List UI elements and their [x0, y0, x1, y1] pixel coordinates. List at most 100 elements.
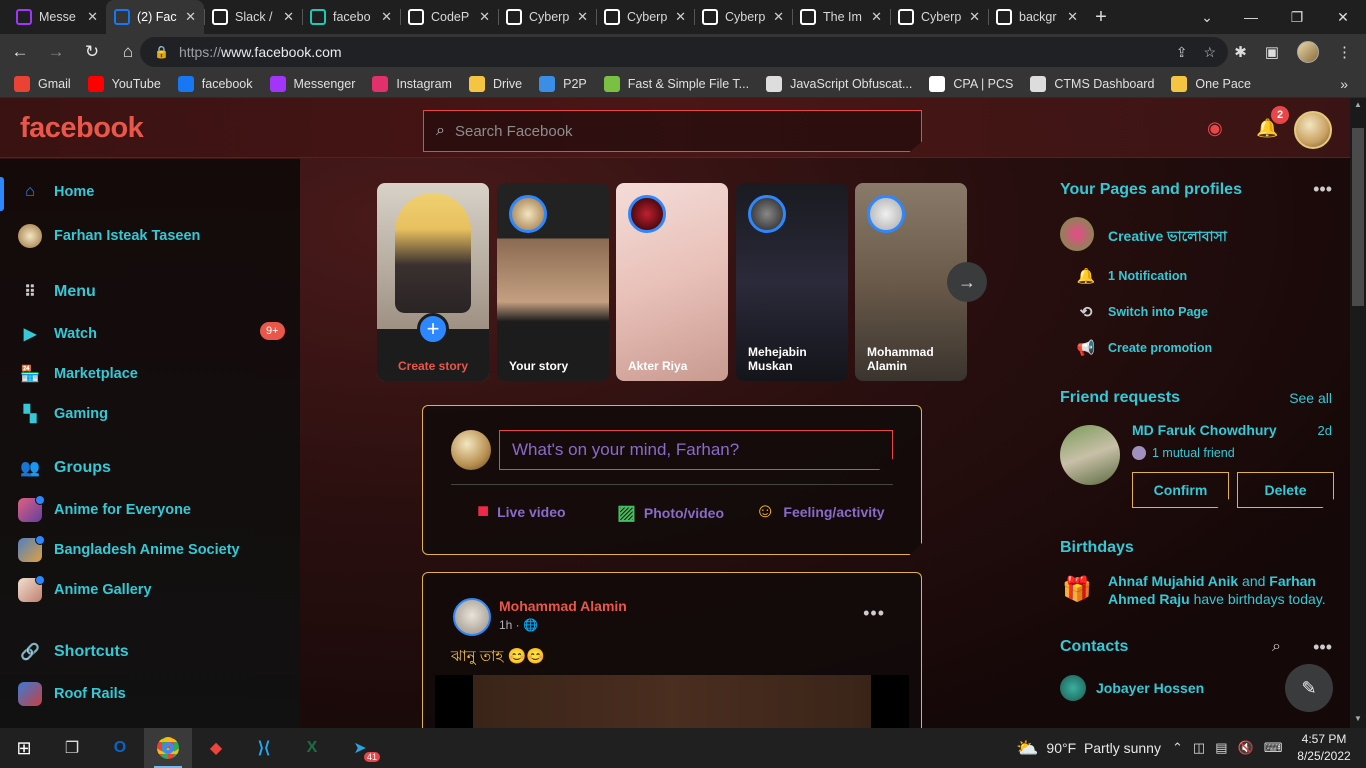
story-card[interactable]: Akter Riya [616, 183, 728, 381]
browser-tab[interactable]: Cyberp ✕ [694, 0, 792, 34]
reload-button[interactable]: ↻ [76, 36, 108, 68]
photo-video-button[interactable]: ▨ Photo/video [617, 500, 724, 525]
bookmark-item[interactable]: facebook [177, 75, 253, 92]
close-tab-icon[interactable]: ✕ [871, 9, 882, 25]
page-scrollbar[interactable]: ▲ ▼ [1350, 98, 1366, 728]
confirm-button[interactable]: Confirm [1132, 472, 1229, 508]
sidebar-item-marketplace[interactable]: 🏪 Marketplace [18, 362, 138, 386]
close-window-button[interactable]: ✕ [1320, 0, 1366, 34]
close-tab-icon[interactable]: ✕ [283, 9, 294, 25]
story-card[interactable]: Your story [497, 183, 609, 381]
bookmark-item[interactable]: Messenger [269, 75, 355, 92]
see-all-link[interactable]: See all [1289, 390, 1332, 406]
live-video-button[interactable]: ■ Live video [477, 500, 566, 523]
post-time[interactable]: 1h · [499, 618, 520, 632]
story-card[interactable]: Mehejabin Muskan [736, 183, 848, 381]
new-tab-button[interactable]: + [1086, 0, 1116, 34]
group-item[interactable]: Anime for Everyone [18, 495, 191, 522]
contact-name[interactable]: Jobayer Hossen [1096, 680, 1204, 696]
friend-request-name[interactable]: MD Faruk Chowdhury [1132, 422, 1277, 438]
browser-tab[interactable]: Cyberp ✕ [890, 0, 988, 34]
network-icon[interactable]: ▤ [1215, 740, 1227, 756]
bookmark-item[interactable]: Drive [468, 75, 522, 92]
chevron-up-icon[interactable]: ⌃ [1172, 740, 1183, 756]
scrollbar-thumb[interactable] [1352, 128, 1364, 306]
close-tab-icon[interactable]: ✕ [773, 9, 784, 25]
browser-tab[interactable]: (2) Fac ✕ [106, 0, 204, 34]
bookmark-item[interactable]: P2P [539, 75, 587, 92]
post-media[interactable] [435, 675, 909, 728]
bookmark-item[interactable]: Instagram [372, 75, 452, 92]
anydesk-icon[interactable]: ◆ [192, 728, 240, 768]
restore-button[interactable]: ❐ [1274, 0, 1320, 34]
sidebar-item-groups[interactable]: 👥 Groups [18, 456, 111, 480]
vscode-icon[interactable]: ⟩⟨ [240, 728, 288, 768]
close-tab-icon[interactable]: ✕ [577, 9, 588, 25]
close-tab-icon[interactable]: ✕ [87, 9, 98, 25]
browser-tab[interactable]: Messe ✕ [8, 0, 106, 34]
contact-avatar[interactable] [1060, 675, 1086, 701]
search-icon[interactable]: ⌕ [1272, 638, 1281, 656]
browser-tab[interactable]: backgr ✕ [988, 0, 1086, 34]
task-view-icon[interactable]: ❐ [48, 728, 96, 768]
forward-button[interactable]: → [40, 36, 72, 68]
bookmark-item[interactable]: One Pace [1171, 75, 1251, 92]
bookmark-star-icon[interactable]: ☆ [1203, 44, 1216, 61]
more-options-icon[interactable]: ••• [1313, 179, 1332, 200]
profile-avatar[interactable] [1297, 41, 1319, 63]
close-tab-icon[interactable]: ✕ [185, 9, 196, 25]
bookmark-item[interactable]: Fast & Simple File T... [603, 75, 749, 92]
browser-tab[interactable]: facebo ✕ [302, 0, 400, 34]
bookmark-item[interactable]: JavaScript Obfuscat... [766, 75, 912, 92]
bookmarks-overflow-icon[interactable]: » [1340, 76, 1348, 92]
close-tab-icon[interactable]: ✕ [675, 9, 686, 25]
browser-tab[interactable]: CodeP ✕ [400, 0, 498, 34]
mutual-friends[interactable]: 1 mutual friend [1132, 446, 1235, 460]
browser-tab[interactable]: Cyberp ✕ [498, 0, 596, 34]
browser-tab[interactable]: Cyberp ✕ [596, 0, 694, 34]
sidebar-item-menu[interactable]: ⠿ Menu [18, 280, 96, 304]
account-avatar[interactable] [1294, 111, 1332, 149]
group-item[interactable]: Anime Gallery [18, 575, 152, 602]
birthday-name[interactable]: Ahnaf Mujahid Anik [1108, 573, 1238, 589]
weather-widget[interactable]: ⛅ 90°F Partly sunny [1016, 728, 1161, 768]
chrome-icon[interactable] [144, 728, 192, 768]
messenger-icon[interactable]: ◉ [1207, 118, 1223, 139]
feeling-activity-button[interactable]: ☺ Feeling/activity [755, 500, 885, 523]
more-options-icon[interactable]: ••• [863, 603, 885, 624]
meet-icon[interactable]: ◫ [1193, 740, 1205, 756]
close-tab-icon[interactable]: ✕ [479, 9, 490, 25]
new-message-icon[interactable]: ✎ [1285, 664, 1333, 712]
create-story-card[interactable]: + Create story [377, 183, 489, 381]
sidebar-item-shortcuts[interactable]: 🔗 Shortcuts [18, 640, 129, 664]
bookmark-item[interactable]: CPA | PCS [929, 75, 1013, 92]
avatar[interactable] [1060, 425, 1120, 485]
delete-button[interactable]: Delete [1237, 472, 1334, 508]
page-name[interactable]: Creative ভালোবাসা [1108, 225, 1227, 249]
whats-on-your-mind-input[interactable]: What's on your mind, Farhan? [499, 430, 893, 470]
clock[interactable]: 4:57 PM 8/25/2022 [1294, 731, 1354, 765]
minimize-button[interactable]: — [1228, 0, 1274, 34]
volume-muted-icon[interactable]: 🔇 [1238, 740, 1254, 756]
chrome-menu-icon[interactable]: ⋮ [1337, 43, 1352, 61]
switch-page-row[interactable]: ⟲ Switch into Page [1076, 303, 1208, 321]
browser-tab[interactable]: The Im ✕ [792, 0, 890, 34]
scroll-down-icon[interactable]: ▼ [1354, 714, 1362, 723]
search-facebook-input[interactable]: ⌕ Search Facebook [423, 110, 922, 152]
avatar[interactable] [453, 598, 491, 636]
address-bar[interactable]: 🔒 https://www.facebook.com ⇪ ☆ [140, 37, 1228, 67]
telegram-icon[interactable]: ➤ 41 [336, 728, 384, 768]
close-tab-icon[interactable]: ✕ [969, 9, 980, 25]
stories-next-button[interactable]: → [947, 262, 987, 302]
close-tab-icon[interactable]: ✕ [1067, 9, 1078, 25]
close-tab-icon[interactable]: ✕ [381, 9, 392, 25]
lock-icon[interactable]: 🔒 [154, 45, 169, 59]
page-avatar[interactable] [1060, 217, 1094, 251]
browser-tab[interactable]: Slack / ✕ [204, 0, 302, 34]
back-button[interactable]: ← [4, 36, 36, 68]
create-promotion-row[interactable]: 📢 Create promotion [1076, 339, 1213, 357]
scroll-up-icon[interactable]: ▲ [1354, 100, 1362, 109]
group-item[interactable]: Bangladesh Anime Society [18, 535, 240, 562]
sidebar-item-profile[interactable]: Farhan Isteak Taseen [18, 224, 200, 248]
bookmark-item[interactable]: Gmail [14, 75, 71, 92]
